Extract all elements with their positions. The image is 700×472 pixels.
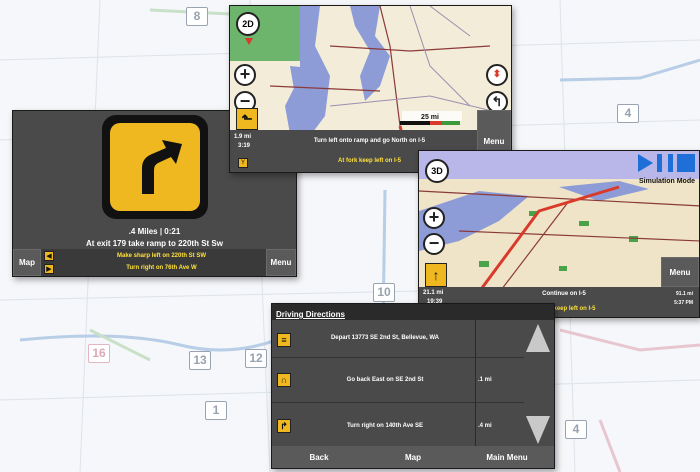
stop-icon[interactable]	[677, 154, 695, 172]
next-instruction-1: Make sharp left on 220th St SW	[116, 253, 207, 259]
simulation-mode-label: Simulation Mode	[639, 178, 695, 185]
bear-right-arrow-icon	[110, 123, 200, 211]
turn-left-icon: ⬑	[236, 108, 258, 130]
direction-distance: .4 mi	[478, 423, 492, 429]
turn-instruction: Continue on I-5	[542, 291, 586, 297]
driving-directions-window: Driving Directions ≡ Depart 13773 SE 2nd…	[271, 303, 555, 469]
directions-footer: Back Map Main Menu	[272, 446, 554, 468]
route-shield: 8	[186, 7, 208, 26]
next-turn-right-icon: ▶	[44, 264, 54, 274]
pause-icon[interactable]	[657, 154, 673, 172]
map-mode-3d-button[interactable]: 3D	[425, 159, 449, 183]
direction-text: Turn right on 140th Ave SE	[346, 423, 424, 429]
turn-instruction: At exit 179 take ramp to 220th St Sw	[86, 239, 223, 248]
route-shield: 13	[189, 351, 211, 370]
route-shield: 1	[205, 401, 227, 420]
depart-icon: ≡	[277, 333, 291, 347]
straight-arrow-icon: ↑	[425, 263, 447, 287]
route-shield: 10	[373, 283, 395, 302]
map-button[interactable]: Map	[366, 446, 460, 468]
direction-row[interactable]: ∩ Go back East on SE 2nd St .1 mi	[272, 361, 524, 403]
direction-row[interactable]: ↱ Turn right on 140th Ave SE .4 mi	[272, 406, 524, 446]
turn-instruction: Turn left onto ramp and go North on I-5	[313, 138, 426, 144]
route-shield: 4	[565, 420, 587, 439]
sim-controls	[638, 154, 695, 172]
zoom-in-button[interactable]: +	[423, 207, 445, 229]
menu-button[interactable]: Menu	[266, 249, 296, 276]
back-button[interactable]: Back	[272, 446, 366, 468]
next-turn-icon: Y	[238, 158, 248, 168]
turn-time: 3:19	[238, 143, 251, 149]
eta-time: 5:37 PM	[674, 300, 693, 306]
map-3d-window: 3D Simulation Mode + − ↑ 21.1 mi 19:39 Y…	[418, 150, 700, 318]
zoom-in-button[interactable]: +	[234, 64, 256, 86]
turn-right-icon: ↱	[277, 419, 291, 433]
bottom-bar: Map ◀ ▶ Make sharp left on 220th St SW T…	[13, 249, 296, 276]
distance-time: .4 Miles | 0:21	[128, 227, 181, 236]
tilt-button[interactable]: ⬍	[486, 64, 508, 86]
scroll-down-button[interactable]	[526, 416, 550, 444]
map-mode-2d-button[interactable]: 2D	[236, 12, 260, 36]
direction-text: Depart 13773 SE 2nd St, Bellevue, WA	[330, 335, 440, 341]
u-turn-icon: ∩	[277, 373, 291, 387]
next-turn-left-icon: ◀	[44, 251, 54, 261]
route-shield: 4	[617, 104, 639, 123]
menu-button[interactable]: Menu	[661, 257, 699, 287]
scale-bar: 25 mi	[400, 114, 460, 125]
next-instruction-2: Turn right on 76th Ave W	[126, 265, 197, 271]
eta-distance: 91.1 mi	[676, 291, 693, 297]
directions-header: Driving Directions	[272, 304, 554, 320]
main-menu-button[interactable]: Main Menu	[460, 446, 554, 468]
turn-distance: 1.9 mi	[234, 134, 252, 140]
direction-text: Go back East on SE 2nd St	[346, 377, 424, 383]
map-2d-window: 2D + − ⬍ ↰ 25 mi ⬑ 1.9 mi 3:19 Y Turn le…	[229, 5, 512, 173]
scroll-up-button[interactable]	[526, 324, 550, 352]
zoom-out-button[interactable]: −	[423, 233, 445, 255]
play-icon[interactable]	[638, 154, 653, 172]
route-shield: 12	[245, 349, 267, 368]
map-button[interactable]: Map	[13, 249, 41, 276]
route-shield: 16	[88, 344, 110, 363]
direction-distance: .1 mi	[478, 377, 492, 383]
turn-arrow-panel	[102, 115, 208, 219]
directions-title: Driving Directions	[276, 310, 345, 319]
direction-row[interactable]: ≡ Depart 13773 SE 2nd St, Bellevue, WA	[272, 322, 524, 358]
column-divider	[475, 320, 476, 448]
scale-label: 25 mi	[421, 114, 439, 121]
compass-icon	[245, 38, 253, 45]
turn-distance: 21.1 mi	[423, 290, 444, 296]
